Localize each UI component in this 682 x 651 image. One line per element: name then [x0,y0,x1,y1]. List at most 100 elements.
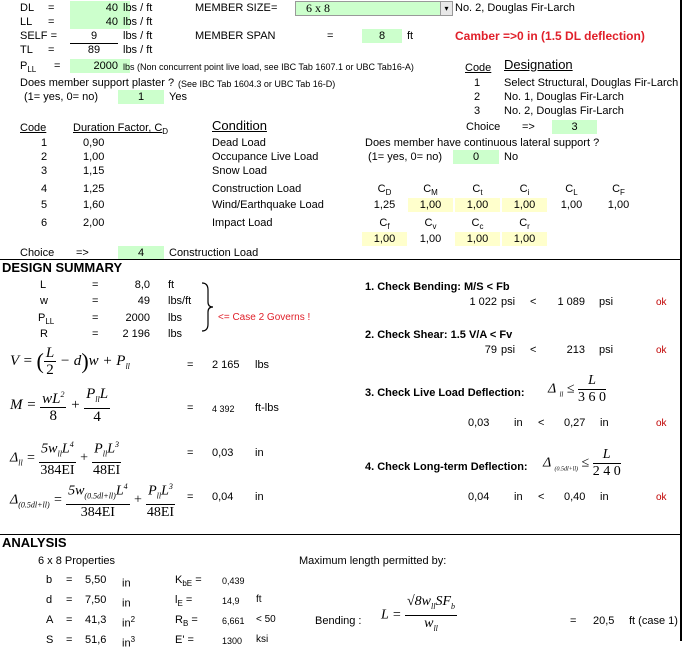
param-label: lE = [175,594,193,609]
check-bending-actual-unit: psi [501,296,516,308]
tl-label: TL [20,44,33,56]
designation-code-1: 1 [474,77,481,89]
plaster-input[interactable]: 1 [118,90,164,104]
ll-deflection-formula: Δll = 5wllL4 384EI + PllL3 48EI [10,437,121,479]
duration-condition: Dead Load [212,137,266,149]
duration-factor: 0,90 [83,137,105,149]
summary-value-R: 2 196 [122,328,150,340]
prop-value: 51,6 [85,634,107,646]
summary-unit-pll: lbs [168,312,183,324]
summary-eq: = [92,295,99,307]
factor-value[interactable]: 1,00 [502,232,547,246]
designation-code-header: Code [465,62,492,74]
member-span-input[interactable]: 8 [362,29,402,43]
duration-condition: Impact Load [212,217,273,229]
param-unit: < 50 [256,614,276,625]
section-divider [0,534,682,535]
factor-value[interactable]: 1,00 [502,198,547,212]
self-label: SELF = [20,30,57,42]
plaster-question: Does member support plaster ? [20,77,175,89]
check-ll-deflection-limit: Δ ll ≤ L3 6 0 [548,373,607,405]
designation-name-1: Select Structural, Douglas Fir-Larch [504,77,679,89]
param-label: RB = [175,614,198,629]
param-unit: ft [256,594,262,605]
factor-value[interactable]: 1,00 [455,232,500,246]
max-length-title: Maximum length permitted by: [299,555,447,567]
shear-formula: V = (L 2 − d)w + Pll [10,345,130,378]
ll-input[interactable]: 40 [70,15,130,29]
bending-length-formula: L = √8wllSFb wll [381,594,458,633]
check-lt-deflection-title: 4. Check Long-term Deflection: [365,461,528,473]
factor-value: 1,25 [373,199,396,211]
param-label: KbE = [175,574,202,589]
formula-eq: = [187,402,194,414]
factor-value[interactable]: 1,00 [408,198,453,212]
designation-name-2: No. 1, Douglas Fir-Larch [504,91,624,103]
summary-value-pll: 2000 [125,312,150,324]
moment-formula: M = wL2 8 + PllL 4 [10,386,111,425]
bending-unit: ft (case 1) [629,615,678,627]
duration-code: 1 [41,137,48,149]
pll-eq: = [54,60,61,72]
props-title: 6 x 8 Properties [38,555,116,567]
duration-choice-text: Construction Load [169,247,259,259]
dl-input[interactable]: 40 [70,1,130,15]
tl-eq: = [48,44,55,56]
member-span-unit: ft [407,30,414,42]
lateral-input[interactable]: 0 [453,150,499,164]
check-ll-deflection-allow: 0,27 [564,417,586,429]
chevron-down-icon[interactable]: ▾ [440,2,452,15]
check-ll-deflection-allow-unit: in [600,417,609,429]
duration-factor: 1,25 [83,183,105,195]
designation-code-2: 2 [474,91,481,103]
duration-code: 3 [41,165,48,177]
self-unit: lbs / ft [123,30,153,42]
duration-factor: 1,15 [83,165,105,177]
governs-note: <= Case 2 Governs ! [218,312,311,323]
check-bending-title: 1. Check Bending: M/S < Fb [365,281,510,293]
check-bending-status: ok [656,297,667,308]
prop-label: S [46,634,54,646]
designation-choice-label: Choice [466,121,501,133]
prop-label: d [46,594,53,606]
duration-condition: Occupance Live Load [212,151,319,163]
summary-eq: = [92,312,99,324]
moment-value: 4 392 [212,404,235,414]
summary-label-L: L [40,279,47,291]
factor-value: 1,00 [419,233,442,245]
summary-label-R: R [40,328,48,340]
summary-unit-L: ft [168,279,175,291]
grade-text: No. 2, Douglas Fir-Larch [455,2,575,14]
designation-code-3: 3 [474,105,481,117]
lateral-hint: (1= yes, 0= no) [368,151,442,163]
lateral-question: Does member have continuous lateral supp… [365,137,600,149]
dl-label: DL [20,2,35,14]
dl-unit: lbs / ft [123,2,153,14]
member-size-eq: = [271,2,278,14]
summary-eq: = [92,279,99,291]
factor-value[interactable]: 1,00 [455,198,500,212]
check-lt-deflection-allow: 0,40 [564,491,586,503]
prop-label: A [46,614,54,626]
prop-unit: in [122,577,131,590]
summary-eq: = [92,328,99,340]
summary-unit-R: lbs [168,328,183,340]
duration-choice-input[interactable]: 4 [118,246,164,260]
bending-eq: = [570,615,577,627]
check-shear-actual-unit: psi [501,344,516,356]
member-size-dropdown[interactable]: 6 x 8 ▾ [295,1,453,16]
check-lt-deflection-actual: 0,04 [468,491,490,503]
prop-value: 41,3 [85,614,107,626]
check-shear-op: < [530,344,537,356]
factor-value[interactable]: 1,00 [362,232,407,246]
shear-unit: lbs [255,359,270,371]
designation-choice-input[interactable]: 3 [552,120,597,134]
duration-factor: 1,00 [83,151,105,163]
check-shear-status: ok [656,345,667,356]
param-label: E' = [175,634,194,646]
summary-value-L: 8,0 [134,279,150,291]
prop-value: 7,50 [85,594,107,606]
dl-eq: = [48,2,55,14]
pll-input[interactable]: 2000 [70,59,130,73]
check-bending-allow: 1 089 [557,296,585,308]
